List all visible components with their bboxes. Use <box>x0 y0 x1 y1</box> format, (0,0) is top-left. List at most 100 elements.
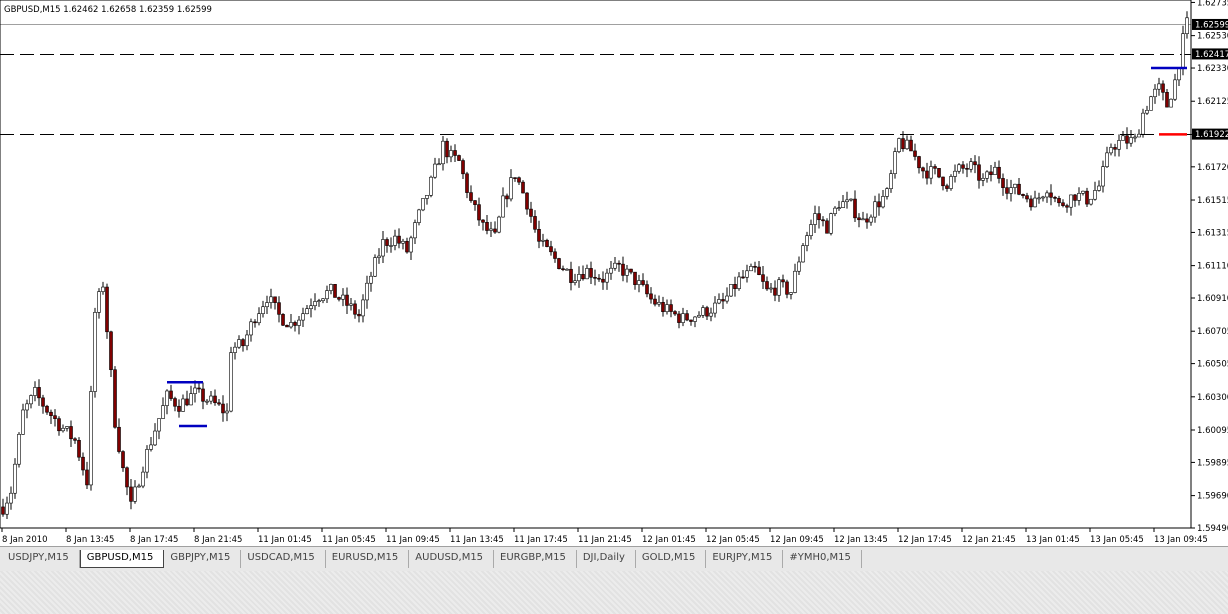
candle-body-down <box>817 213 821 221</box>
candle-body-up <box>29 395 33 405</box>
tab-eurjpy-m15[interactable]: EURJPY,M15 <box>706 550 784 568</box>
y-tick-label: 1.60505 <box>1197 360 1228 370</box>
candle-body-up <box>709 312 713 317</box>
candle-body-up <box>365 282 369 301</box>
candle-body-up <box>1169 98 1173 108</box>
candle-body-up <box>833 207 837 214</box>
candle-body-up <box>849 198 853 201</box>
candle-body-up <box>1173 79 1177 100</box>
candle-body-down <box>493 228 497 233</box>
candle-body-down <box>197 387 201 390</box>
tab-eurusd-m15[interactable]: EURUSD,M15 <box>326 550 410 568</box>
tab-gbpjpy-m15[interactable]: GBPJPY,M15 <box>164 550 242 568</box>
candle-body-down <box>105 286 109 333</box>
candle <box>421 198 425 212</box>
x-tick-label: 11 Jan 09:45 <box>386 535 440 545</box>
candle-body-down <box>357 313 361 317</box>
candle-body-up <box>1045 192 1049 198</box>
candle-body-up <box>681 313 685 323</box>
candle <box>113 366 117 429</box>
candle-body-up <box>789 292 793 295</box>
candle-body-up <box>953 170 957 177</box>
candle-body-up <box>101 286 105 292</box>
candle-body-up <box>209 395 213 402</box>
candle-body-up <box>1133 136 1137 139</box>
candle <box>77 437 81 461</box>
candle-body-down <box>345 294 349 306</box>
candle <box>521 180 525 194</box>
candle-body-up <box>305 308 309 315</box>
price-label: 1.62417 <box>1192 48 1228 60</box>
tab-usdjpy-m15[interactable]: USDJPY,M15 <box>2 550 80 568</box>
candle-body-up <box>1185 17 1189 34</box>
candle <box>417 208 421 226</box>
candle <box>333 284 337 298</box>
candle-body-down <box>517 177 521 183</box>
candle-body-up <box>697 314 701 318</box>
chart-tab-bar: USDJPY,M15 GBPUSD,M15 GBPJPY,M15 USDCAD,M15… <box>0 546 1228 614</box>
candle-body-up <box>993 166 997 175</box>
tab-eurgbp-m15[interactable]: EURGBP,M15 <box>494 550 577 568</box>
candle-body-down <box>561 268 565 271</box>
candle-body-down <box>965 167 969 170</box>
candle-body-down <box>1017 183 1021 195</box>
candle-body-up <box>657 302 661 305</box>
y-tick-label: 1.62735 <box>1197 0 1228 8</box>
candle-body-down <box>1005 187 1009 194</box>
candle-body-up <box>433 163 437 178</box>
candle-body-down <box>465 173 469 193</box>
candle-body-down <box>337 297 341 300</box>
candle-body-up <box>1089 198 1093 205</box>
candle-body-up <box>93 312 97 392</box>
candle-body-up <box>949 176 953 189</box>
candle-body-up <box>325 290 329 300</box>
candle-body-up <box>297 319 301 326</box>
candle-body-up <box>65 426 69 429</box>
tab-gbpusd-m15[interactable]: GBPUSD,M15 <box>79 550 165 568</box>
candle-body-up <box>1013 183 1017 188</box>
candle-body-up <box>1137 133 1141 138</box>
tab-dji-daily[interactable]: DJI,Daily <box>577 550 636 568</box>
candle-body-up <box>145 449 149 473</box>
candle-body-down <box>73 438 77 441</box>
candle-body-down <box>941 176 945 187</box>
tab-audusd-m15[interactable]: AUDUSD,M15 <box>409 550 495 568</box>
tab-ymh0-m15[interactable]: #YMH0,M15 <box>783 550 862 568</box>
candle-body-down <box>773 287 777 296</box>
candle-body-up <box>981 177 985 181</box>
candle-body-down <box>689 319 693 322</box>
candle <box>557 257 561 270</box>
candle-body-up <box>393 235 397 246</box>
candle-body-down <box>973 161 977 166</box>
candle-body-up <box>637 280 641 285</box>
candle-body-up <box>149 444 153 450</box>
candle-body-down <box>277 302 281 315</box>
candle-body-up <box>61 427 65 432</box>
x-tick-label: 11 Jan 05:45 <box>322 535 376 545</box>
candle-body-up <box>881 196 885 208</box>
candle-body-down <box>185 398 189 406</box>
y-tick-label: 1.60705 <box>1197 327 1228 337</box>
candle-body-up <box>841 201 845 208</box>
candle-body-up <box>321 298 325 301</box>
y-tick-label: 1.61515 <box>1197 196 1228 206</box>
candle-body-down <box>677 313 681 323</box>
candle-body-up <box>1145 110 1149 114</box>
tab-gold-m15[interactable]: GOLD,M15 <box>636 550 707 568</box>
price-chart[interactable]: GBPUSD,M15 1.62462 1.62658 1.62359 1.625… <box>0 0 1228 546</box>
candle-body-down <box>461 160 465 175</box>
candle-body-down <box>129 486 133 502</box>
candle-body-up <box>701 307 705 316</box>
candle-body-up <box>97 291 101 313</box>
tab-usdcad-m15[interactable]: USDCAD,M15 <box>241 550 326 568</box>
candle-body-down <box>821 219 825 222</box>
candle-body-down <box>589 268 593 278</box>
candle-body-down <box>909 139 913 152</box>
candle-body-down <box>761 274 765 282</box>
candle-body-up <box>409 237 413 253</box>
candle-body-up <box>837 207 841 209</box>
candle-body-up <box>389 245 393 247</box>
candle-body-up <box>377 255 381 258</box>
candle-body-down <box>757 266 761 275</box>
price-label: 1.62599 <box>1192 18 1228 30</box>
